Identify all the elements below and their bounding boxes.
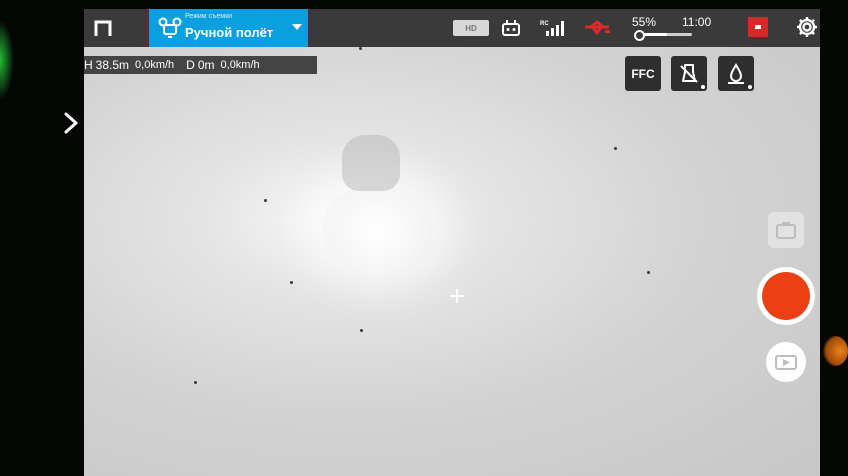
background-light-glow <box>0 20 14 100</box>
distance-label: D <box>186 58 195 72</box>
speck <box>614 147 617 150</box>
record-button[interactable] <box>757 267 815 325</box>
height-value: 38.5m <box>95 58 130 72</box>
photo-frame: Режим съемки Ручной полёт HD RC 55% 11:0… <box>0 0 848 476</box>
record-indicator-icon[interactable] <box>748 17 768 37</box>
remote-controller-icon <box>500 17 522 39</box>
home-icon[interactable] <box>90 16 116 40</box>
ffc-label: FFC <box>631 66 655 81</box>
speck <box>264 199 267 202</box>
top-status-bar: Режим съемки Ручной полёт HD RC 55% 11:0… <box>84 9 820 47</box>
thermal-hotspot <box>322 185 432 275</box>
drone-warning-icon <box>582 17 612 39</box>
speck <box>290 281 293 284</box>
drone-mode-icon <box>158 17 182 38</box>
distance-value: 0m <box>197 58 215 72</box>
speck <box>360 329 363 332</box>
thermal-palette-icon <box>680 63 698 83</box>
thermal-figure <box>342 135 400 191</box>
record-button-core <box>762 272 810 320</box>
thermal-palette-button[interactable] <box>671 56 707 91</box>
gear-icon[interactable] <box>795 15 819 39</box>
horizontal-speed: 0,0km/h <box>220 59 260 71</box>
chevron-right-icon[interactable] <box>62 112 80 134</box>
camera-mode-switch[interactable] <box>769 213 803 247</box>
thermal-mode-button[interactable] <box>718 56 754 91</box>
height-label: H <box>84 58 93 72</box>
rc-signal-icon: RC <box>540 17 566 39</box>
chevron-down-icon <box>292 24 302 30</box>
ffc-button[interactable]: FFC <box>625 56 661 91</box>
video-quality-badge[interactable]: HD <box>453 20 489 36</box>
mode-title: Ручной полёт <box>185 25 274 40</box>
playback-button[interactable] <box>766 342 806 382</box>
flight-mode-selector[interactable]: Режим съемки Ручной полёт <box>149 9 308 47</box>
playback-icon <box>775 355 797 370</box>
vertical-speed: 0,0km/h <box>135 59 175 71</box>
battery-level-knob <box>634 30 645 41</box>
battery-percent: 55% <box>632 15 657 29</box>
speck <box>647 271 650 274</box>
clock-time: 11:00 <box>682 15 712 29</box>
telemetry-strip: H 38.5m 0,0km/h D 0m 0,0km/h <box>84 56 317 74</box>
background-orange-object <box>822 336 848 366</box>
camera-switch-icon <box>776 222 796 239</box>
svg-text:RC: RC <box>540 21 549 27</box>
speck <box>359 47 362 50</box>
camera-view: Режим съемки Ручной полёт HD RC 55% 11:0… <box>84 9 820 476</box>
center-crosshair <box>450 289 464 303</box>
thermal-drop-icon <box>728 62 744 84</box>
speck <box>194 381 197 384</box>
mode-subtitle: Режим съемки <box>185 13 233 20</box>
